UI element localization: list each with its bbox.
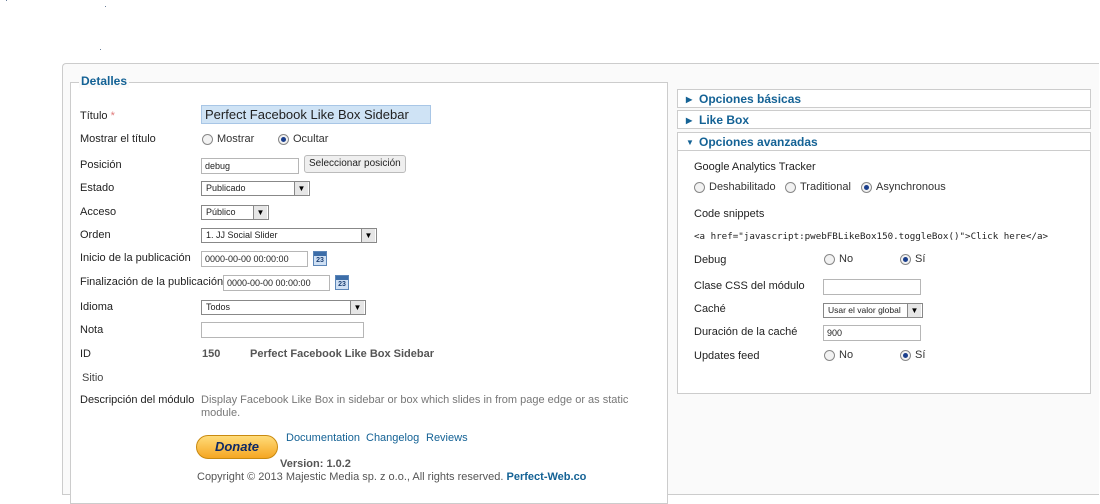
donate-button[interactable]: Donate bbox=[196, 435, 278, 459]
updates-feed-label: Updates feed bbox=[694, 350, 760, 362]
css-class-label: Clase CSS del módulo bbox=[694, 280, 805, 292]
code-snippet: <a href="javascript:pwebFBLikeBox150.tog… bbox=[694, 231, 1049, 242]
cache-label: Caché bbox=[694, 303, 726, 315]
language-label: Idioma bbox=[80, 301, 114, 313]
version-text: Version: 1.0.2 bbox=[280, 458, 351, 470]
status-label: Estado bbox=[80, 182, 115, 194]
title-input[interactable]: Perfect Facebook Like Box Sidebar bbox=[201, 105, 431, 124]
debug-option-no: No bbox=[839, 253, 854, 265]
show-title-radio-hide[interactable] bbox=[278, 134, 289, 145]
ga-radio-asynchronous[interactable] bbox=[861, 182, 872, 193]
details-legend: Detalles bbox=[79, 74, 130, 88]
cache-select-value: Usar el valor global bbox=[828, 305, 901, 315]
chevron-down-icon: ▼ bbox=[350, 301, 364, 314]
debug-option-yes: Sí bbox=[915, 253, 926, 265]
ga-radio-traditional[interactable] bbox=[785, 182, 796, 193]
show-title-label: Mostrar el título bbox=[80, 133, 156, 145]
chevron-down-icon: ▼ bbox=[361, 229, 375, 242]
id-value: 150 bbox=[202, 348, 221, 360]
id-module-name: Perfect Facebook Like Box Sidebar bbox=[250, 348, 435, 360]
position-label: Posición bbox=[80, 159, 122, 171]
description-line-1: Display Facebook Like Box in sidebar or … bbox=[201, 394, 629, 406]
show-title-option-show: Mostrar bbox=[217, 133, 255, 145]
ga-option-traditional: Traditional bbox=[800, 181, 851, 193]
calendar-icon[interactable]: 23 bbox=[313, 251, 327, 266]
perfect-web-link[interactable]: Perfect-Web.co bbox=[507, 471, 587, 483]
order-label: Orden bbox=[80, 229, 111, 241]
chevron-down-icon: ▼ bbox=[253, 206, 267, 219]
ga-radio-disabled[interactable] bbox=[694, 182, 705, 193]
language-select[interactable]: Todos ▼ bbox=[201, 300, 366, 315]
css-class-input[interactable] bbox=[823, 279, 921, 295]
description-label: Descripción del módulo bbox=[80, 394, 195, 406]
access-select-value: Público bbox=[206, 207, 236, 217]
order-select-value: 1. JJ Social Slider bbox=[206, 230, 278, 240]
access-select[interactable]: Público ▼ bbox=[201, 205, 269, 220]
access-label: Acceso bbox=[80, 206, 117, 218]
updates-option-yes: Sí bbox=[915, 349, 926, 361]
status-select-value: Publicado bbox=[206, 183, 246, 193]
publish-up-label: Inicio de la publicación bbox=[80, 252, 191, 264]
updates-radio-no[interactable] bbox=[824, 350, 835, 361]
show-title-option-hide: Ocultar bbox=[293, 133, 329, 145]
triangle-down-icon: ▼ bbox=[686, 138, 694, 147]
cache-time-input[interactable]: 900 bbox=[823, 325, 921, 341]
calendar-icon[interactable]: 23 bbox=[335, 275, 349, 290]
triangle-right-icon: ▶ bbox=[686, 95, 693, 104]
id-label: ID bbox=[80, 348, 91, 360]
note-input[interactable] bbox=[201, 322, 364, 338]
changelog-link[interactable]: Changelog bbox=[366, 432, 419, 444]
cache-select[interactable]: Usar el valor global ▼ bbox=[823, 303, 923, 318]
debug-radio-no[interactable] bbox=[824, 254, 835, 265]
status-select[interactable]: Publicado ▼ bbox=[201, 181, 310, 196]
ga-option-disabled: Deshabilitado bbox=[709, 181, 776, 193]
ga-tracker-label: Google Analytics Tracker bbox=[694, 161, 816, 173]
publish-down-input[interactable]: 0000-00-00 00:00:00 bbox=[223, 275, 330, 291]
title-label: Título * bbox=[80, 110, 115, 122]
documentation-link[interactable]: Documentation bbox=[286, 432, 360, 444]
order-select[interactable]: 1. JJ Social Slider ▼ bbox=[201, 228, 377, 243]
cache-time-label: Duración de la caché bbox=[694, 326, 798, 338]
site-label: Sitio bbox=[82, 372, 104, 384]
chevron-down-icon: ▼ bbox=[907, 304, 921, 317]
copyright-text: Copyright © 2013 Majestic Media sp. z o.… bbox=[197, 471, 587, 483]
accordion-advanced-options[interactable]: ▼ Opciones avanzadas bbox=[677, 132, 1091, 151]
accordion-basic-options[interactable]: ▶ Opciones básicas bbox=[677, 89, 1091, 108]
accordion-like-box[interactable]: ▶ Like Box bbox=[677, 110, 1091, 129]
show-title-radio-show[interactable] bbox=[202, 134, 213, 145]
updates-option-no: No bbox=[839, 349, 854, 361]
triangle-right-icon: ▶ bbox=[686, 116, 693, 125]
publish-down-label: Finalización de la publicación bbox=[80, 276, 224, 288]
reviews-link[interactable]: Reviews bbox=[426, 432, 468, 444]
chevron-down-icon: ▼ bbox=[294, 182, 308, 195]
description-line-2: module. bbox=[201, 407, 241, 419]
ga-option-asynchronous: Asynchronous bbox=[876, 181, 946, 193]
language-select-value: Todos bbox=[206, 302, 231, 312]
note-label: Nota bbox=[80, 324, 104, 336]
publish-up-input[interactable]: 0000-00-00 00:00:00 bbox=[201, 251, 308, 267]
code-snippets-label: Code snippets bbox=[694, 208, 765, 220]
debug-label: Debug bbox=[694, 254, 727, 266]
position-input[interactable]: debug bbox=[201, 158, 299, 174]
select-position-button[interactable]: Seleccionar posición bbox=[304, 155, 406, 173]
updates-radio-yes[interactable] bbox=[900, 350, 911, 361]
debug-radio-yes[interactable] bbox=[900, 254, 911, 265]
